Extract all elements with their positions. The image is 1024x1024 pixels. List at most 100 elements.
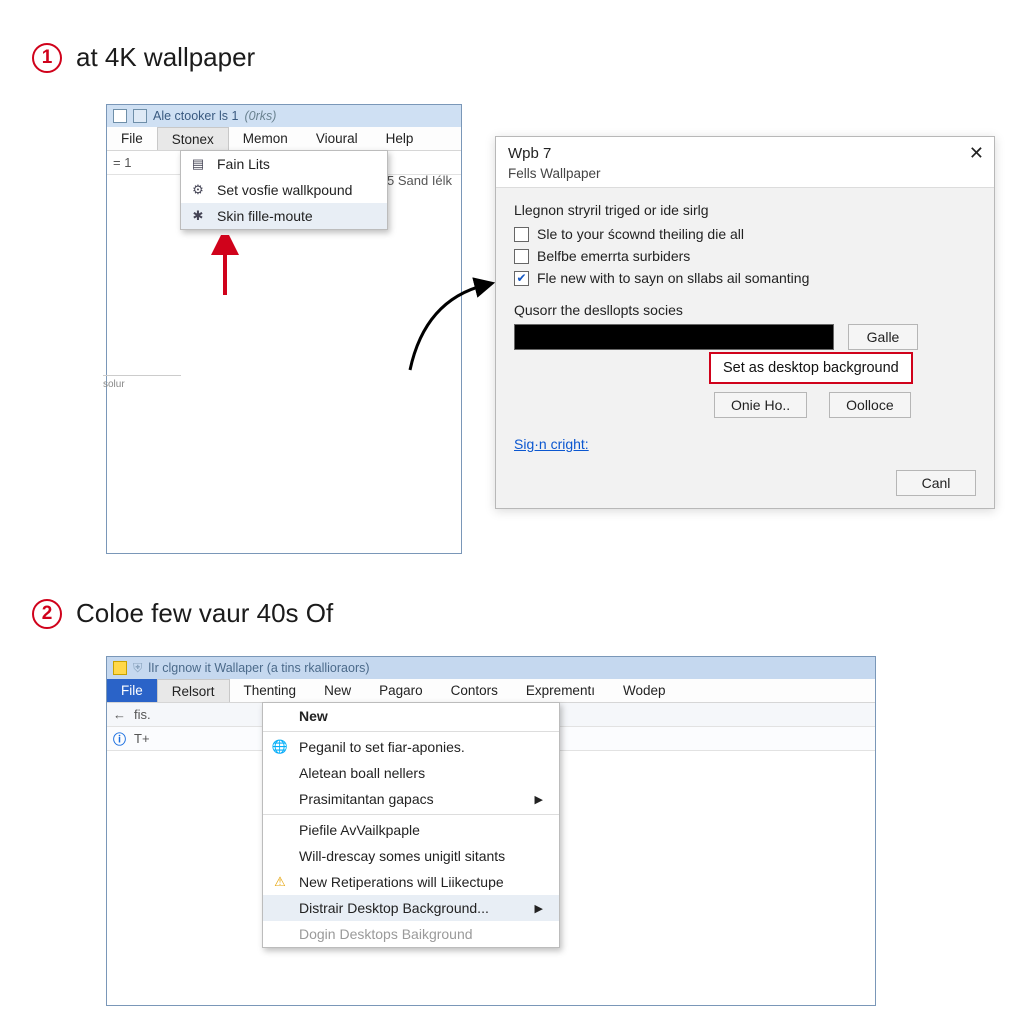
- step1-title-a: Ale ctooker ls 1: [153, 109, 238, 123]
- step1-dropdown: ▤ Fain Lits ⚙ Set vosfie wallkpound ✱ Sk…: [180, 150, 388, 230]
- dialog-line1: Llegnon stryril triged or ide sirlg: [514, 202, 976, 218]
- menu2-wodep[interactable]: Wodep: [609, 679, 680, 702]
- chevron-right-icon-2: ▶: [511, 902, 543, 915]
- blank-icon-6: [271, 899, 289, 917]
- step2-titlebar[interactable]: ⛨ lIr clgnow it Wallaper (a tins rkallio…: [107, 657, 875, 679]
- globe-icon: 🌐: [271, 738, 289, 756]
- menuitem2-new-label: New: [299, 708, 328, 724]
- checkbox-3[interactable]: ✔: [514, 271, 529, 286]
- step2-number: 2: [32, 599, 62, 629]
- blank-icon-5: [271, 847, 289, 865]
- step1-number: 1: [32, 43, 62, 73]
- btn-cancel[interactable]: Canl: [896, 470, 976, 496]
- blank-icon-4: [271, 821, 289, 839]
- menuitem-skin-file[interactable]: ✱ Skin fille-moute: [181, 203, 387, 229]
- step1-label: 1 at 4K wallpaper: [32, 42, 255, 73]
- checkbox-row-2[interactable]: Belfbe emerrta surbiders: [514, 248, 976, 264]
- info-icon: ⓘ: [113, 729, 126, 748]
- menuitem2-dogin-label: Dogin Desktops Baikground: [299, 926, 473, 942]
- menuitem2-peganil-label: Peganil to set fiar-aponies.: [299, 739, 465, 755]
- step1-menubar: File Stonex Memon Vioural Help: [107, 127, 461, 151]
- step1-text: at 4K wallpaper: [76, 42, 255, 73]
- btn-onie[interactable]: Onie Ho..: [714, 392, 807, 418]
- checkbox-row-3[interactable]: ✔ Fle new with to sayn on sllabs ail som…: [514, 270, 976, 286]
- menuitem2-newret-label: New Retiperations will Liikectupe: [299, 874, 504, 890]
- menu2-relsort[interactable]: Relsort: [157, 679, 230, 702]
- menuitem2-prasim[interactable]: Prasimitantan gapacs ▶: [263, 786, 559, 812]
- step2-text: Coloe few vaur 40s Of: [76, 598, 333, 629]
- dialog-tabs[interactable]: Fells Wallpaper: [496, 166, 994, 188]
- dropdown2-sep2: [263, 814, 559, 815]
- menu-stonex[interactable]: Stonex: [157, 127, 229, 150]
- menuitem2-desktop-bg-label: Distrair Desktop Background...: [299, 900, 489, 916]
- app-icon: [113, 109, 127, 123]
- step1-titlebar[interactable]: Ale ctooker ls 1 (0rks): [107, 105, 461, 127]
- btn-galle[interactable]: Galle: [848, 324, 918, 350]
- app-icon-3: [113, 661, 127, 675]
- step2-dropdown: New 🌐 Peganil to set fiar-aponies. Alete…: [262, 702, 560, 948]
- step2-label: 2 Coloe few vaur 40s Of: [32, 598, 333, 629]
- menuitem2-newret[interactable]: ⚠ New Retiperations will Liikectupe: [263, 869, 559, 895]
- menuitem-fain-lits-label: Fain Lits: [217, 156, 270, 172]
- dialog-tabs-text: Fells Wallpaper: [508, 166, 601, 181]
- dropdown2-sep1: [263, 731, 559, 732]
- chevron-right-icon: ▶: [511, 793, 543, 806]
- step2-menubar: File Relsort Thenting New Pagaro Contors…: [107, 679, 875, 703]
- menuitem-skin-file-label: Skin fille-moute: [217, 208, 313, 224]
- menu-vioural[interactable]: Vioural: [302, 127, 372, 150]
- menu-memon[interactable]: Memon: [229, 127, 302, 150]
- menuitem2-new[interactable]: New: [263, 703, 559, 729]
- menu2-pagaro[interactable]: Pagaro: [365, 679, 437, 702]
- menuitem2-willd[interactable]: Will-drescay somes unigitl sitants: [263, 843, 559, 869]
- menuitem2-peganil[interactable]: 🌐 Peganil to set fiar-aponies.: [263, 734, 559, 760]
- menu-help[interactable]: Help: [372, 127, 428, 150]
- checkbox-row-1[interactable]: Sle to your ścownd theiling die all: [514, 226, 976, 242]
- dialog-titlebar[interactable]: Wpb 7 ✕: [496, 137, 994, 166]
- sign-link[interactable]: Sig·n cright:: [514, 436, 589, 452]
- menu2-exprement[interactable]: Exprementı: [512, 679, 609, 702]
- side-label: solur: [103, 379, 125, 390]
- back-arrow-icon[interactable]: ←: [113, 707, 126, 722]
- shield-icon: ⛨: [133, 661, 142, 676]
- warn-icon: ⚠: [271, 873, 289, 891]
- checkbox-2-label: Belfbe emerrta surbiders: [537, 248, 690, 264]
- menuitem2-aletean-label: Aletean boall nellers: [299, 765, 425, 781]
- toolbar2-text1: fis.: [134, 707, 151, 722]
- checkbox-2[interactable]: [514, 249, 529, 264]
- toolbar-right-text: 5 Sand Iélk: [387, 173, 452, 188]
- menu-file[interactable]: File: [107, 127, 157, 150]
- red-arrow-annotation: [210, 235, 240, 303]
- btn-oolloce[interactable]: Oolloce: [829, 392, 910, 418]
- menuitem-set-wallpaper[interactable]: ⚙ Set vosfie wallkpound: [181, 177, 387, 203]
- toolbar2-text2: T+: [134, 731, 150, 746]
- wallpaper-dialog: Wpb 7 ✕ Fells Wallpaper Llegnon stryril …: [495, 136, 995, 509]
- menu2-new[interactable]: New: [310, 679, 365, 702]
- checkbox-1[interactable]: [514, 227, 529, 242]
- toolbar-left-text: = 1: [113, 155, 131, 170]
- menuitem2-desktop-bg[interactable]: Distrair Desktop Background... ▶: [263, 895, 559, 921]
- star-icon: ✱: [189, 207, 207, 225]
- doc-icon: ▤: [189, 155, 207, 173]
- menuitem2-willd-label: Will-drescay somes unigitl sitants: [299, 848, 505, 864]
- dialog-body: Llegnon stryril triged or ide sirlg Sle …: [496, 188, 994, 508]
- side-divider: [103, 375, 181, 376]
- close-icon[interactable]: ✕: [969, 143, 984, 164]
- menuitem2-piefile-label: Piefile AvVailkpaple: [299, 822, 420, 838]
- menuitem2-aletean[interactable]: Aletean boall nellers: [263, 760, 559, 786]
- menuitem2-piefile[interactable]: Piefile AvVailkpaple: [263, 817, 559, 843]
- app-icon-2: [133, 109, 147, 123]
- menu2-thenting[interactable]: Thenting: [230, 679, 311, 702]
- menu2-file[interactable]: File: [107, 679, 157, 702]
- wallpaper-preview: [514, 324, 834, 350]
- checkbox-3-label: Fle new with to sayn on sllabs ail soman…: [537, 270, 809, 286]
- dialog-title: Wpb 7: [508, 145, 551, 162]
- menu2-contors[interactable]: Contors: [437, 679, 512, 702]
- blank-icon: [271, 707, 289, 725]
- blank-icon-7: [271, 925, 289, 943]
- menuitem-fain-lits[interactable]: ▤ Fain Lits: [181, 151, 387, 177]
- step2-title: lIr clgnow it Wallaper (a tins rkalliora…: [148, 661, 369, 675]
- menuitem2-prasim-label: Prasimitantan gapacs: [299, 791, 434, 807]
- gear-icon: ⚙: [189, 181, 207, 199]
- step1-title-b: (0rks): [244, 109, 276, 123]
- set-desktop-background-button[interactable]: Set as desktop background: [709, 352, 913, 384]
